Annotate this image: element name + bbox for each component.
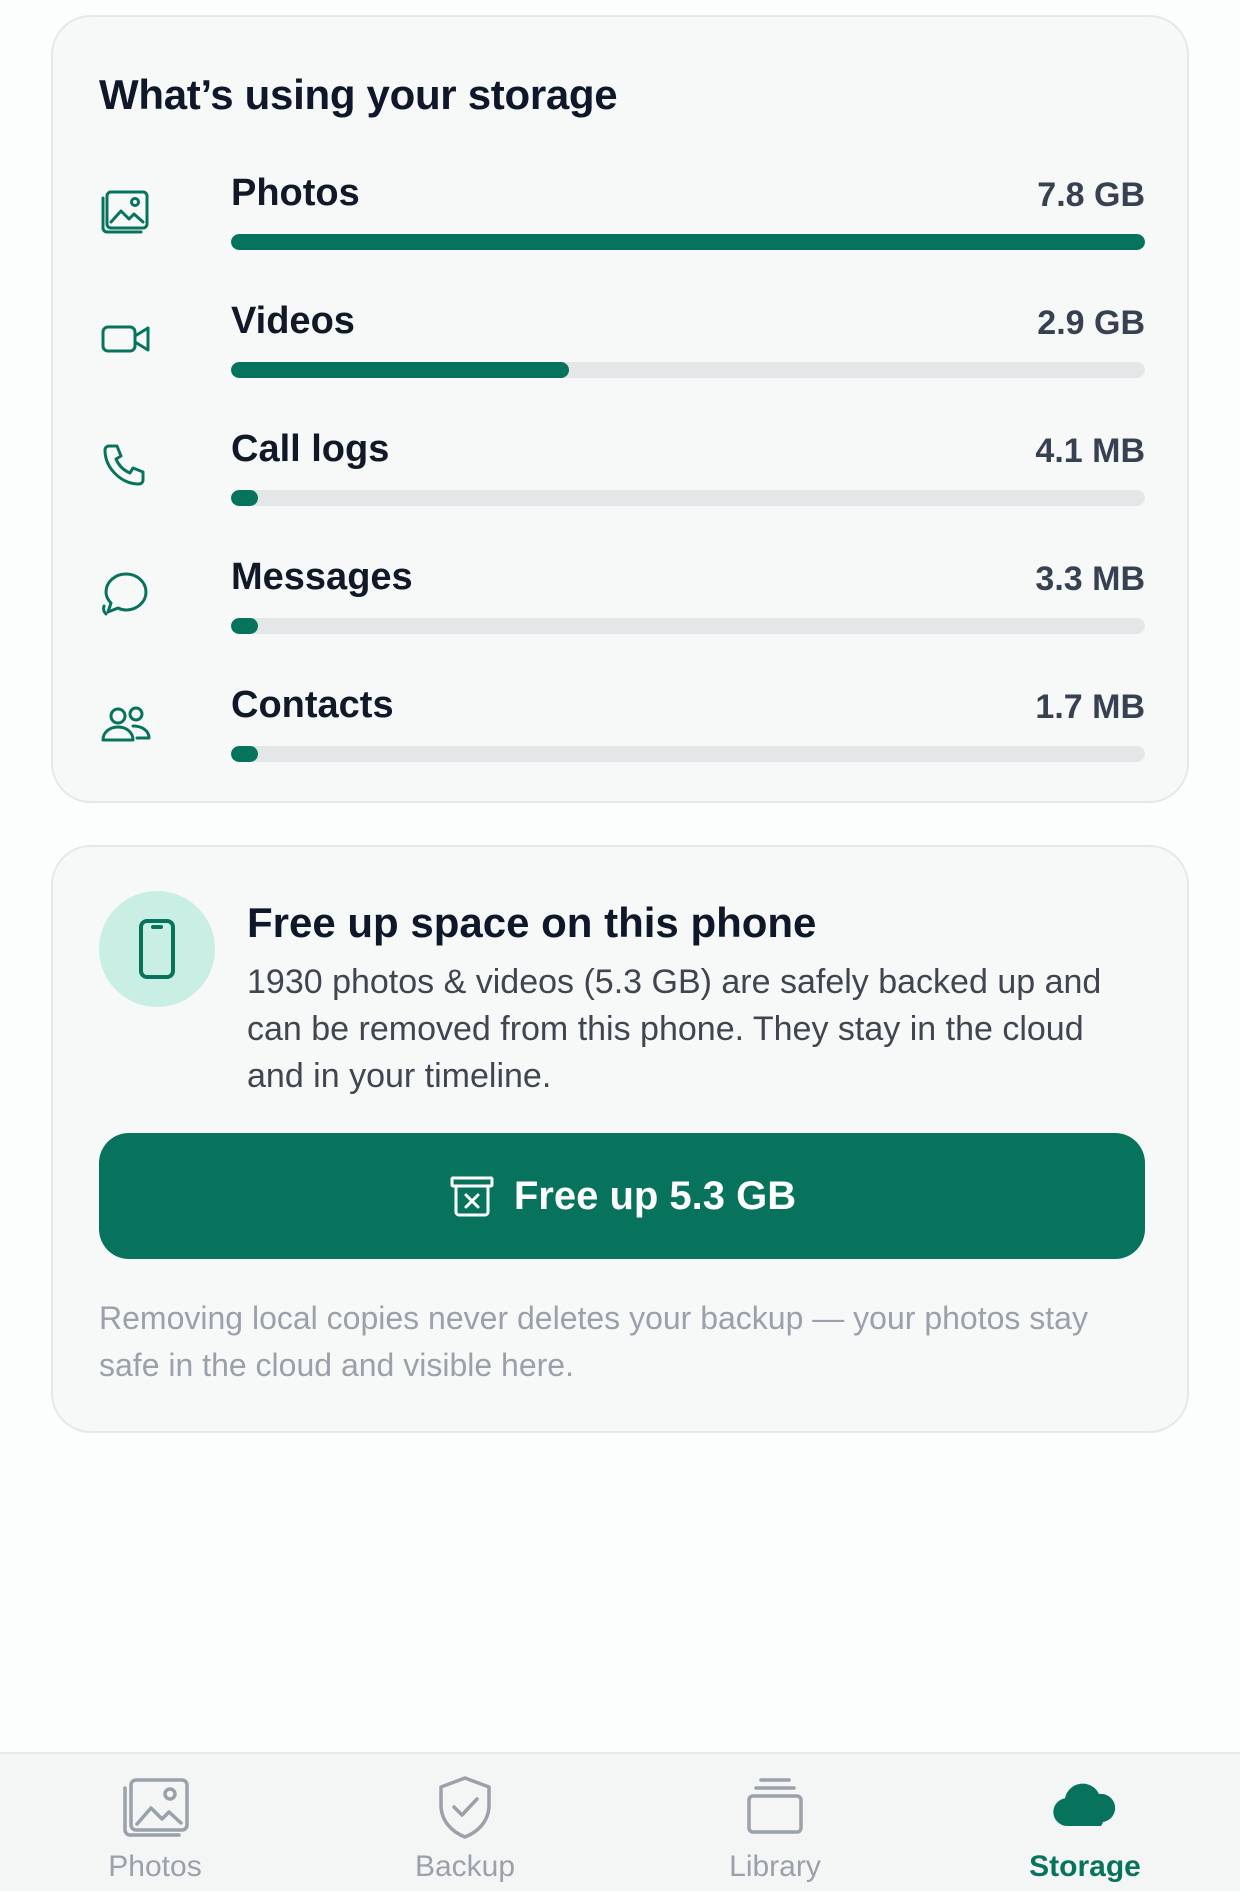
usage-label: Messages xyxy=(231,556,413,598)
usage-bar-fill xyxy=(231,618,259,634)
usage-label: Call logs xyxy=(231,428,390,470)
storage-usage-title: What’s using your storage xyxy=(99,71,618,118)
usage-label: Photos xyxy=(231,172,360,214)
shield-check-icon xyxy=(427,1774,503,1840)
free-up-space-card: Free up space on this phone 1930 photos … xyxy=(51,845,1189,1433)
usage-bar xyxy=(231,234,1145,250)
usage-row-call-logs[interactable]: Call logs 4.1 MB xyxy=(99,428,1145,538)
nav-label: Photos xyxy=(108,1850,202,1883)
usage-row-contacts[interactable]: Contacts 1.7 MB xyxy=(99,684,1145,794)
chat-bubble-icon xyxy=(99,568,153,622)
free-up-button[interactable]: Free up 5.3 GB xyxy=(99,1133,1145,1259)
free-up-note: Removing local copies never deletes your… xyxy=(99,1300,1088,1383)
nav-label: Library xyxy=(729,1850,821,1883)
usage-bar-fill xyxy=(231,234,1145,250)
phone-badge xyxy=(99,891,215,1007)
usage-bar xyxy=(231,490,1145,506)
usage-row-photos[interactable]: Photos 7.8 GB xyxy=(99,172,1145,282)
trash-icon xyxy=(450,1176,494,1217)
nav-item-photos[interactable]: Photos xyxy=(0,1754,310,1893)
nav-item-storage[interactable]: Storage xyxy=(930,1754,1240,1893)
phone-icon xyxy=(99,440,153,494)
nav-item-backup[interactable]: Backup xyxy=(310,1754,620,1893)
nav-label: Backup xyxy=(414,1850,516,1883)
storage-usage-card: What’s using your storage Photos 7.8 GB … xyxy=(51,15,1189,803)
free-up-button-label: Free up 5.3 GB xyxy=(513,1173,797,1218)
usage-label: Contacts xyxy=(231,684,394,726)
usage-size: 4.1 MB xyxy=(1035,432,1145,470)
bottom-navigation: Photos Backup Library Storage xyxy=(0,1752,1240,1891)
image-icon xyxy=(99,184,153,238)
nav-item-library[interactable]: Library xyxy=(620,1754,930,1893)
cloud-icon xyxy=(1047,1774,1123,1840)
video-icon xyxy=(99,312,153,366)
nav-label: Storage xyxy=(1029,1850,1141,1883)
usage-bar-fill xyxy=(231,362,570,378)
usage-label: Videos xyxy=(231,300,355,342)
usage-row-messages[interactable]: Messages 3.3 MB xyxy=(99,556,1145,666)
photos-icon xyxy=(117,1774,193,1840)
usage-bar-fill xyxy=(231,746,259,762)
usage-size: 7.8 GB xyxy=(1037,176,1145,214)
free-up-title: Free up space on this phone xyxy=(247,899,817,946)
usage-size: 3.3 MB xyxy=(1035,560,1145,598)
usage-size: 2.9 GB xyxy=(1037,304,1145,342)
usage-bar xyxy=(231,618,1145,634)
contacts-icon xyxy=(99,696,153,750)
usage-bar-fill xyxy=(231,490,259,506)
library-icon xyxy=(737,1774,813,1840)
usage-row-videos[interactable]: Videos 2.9 GB xyxy=(99,300,1145,410)
usage-size: 1.7 MB xyxy=(1035,688,1145,726)
smartphone-icon xyxy=(139,919,175,979)
free-up-description: 1930 photos & videos (5.3 GB) are safely… xyxy=(247,963,1102,1095)
usage-bar xyxy=(231,362,1145,378)
usage-bar xyxy=(231,746,1145,762)
